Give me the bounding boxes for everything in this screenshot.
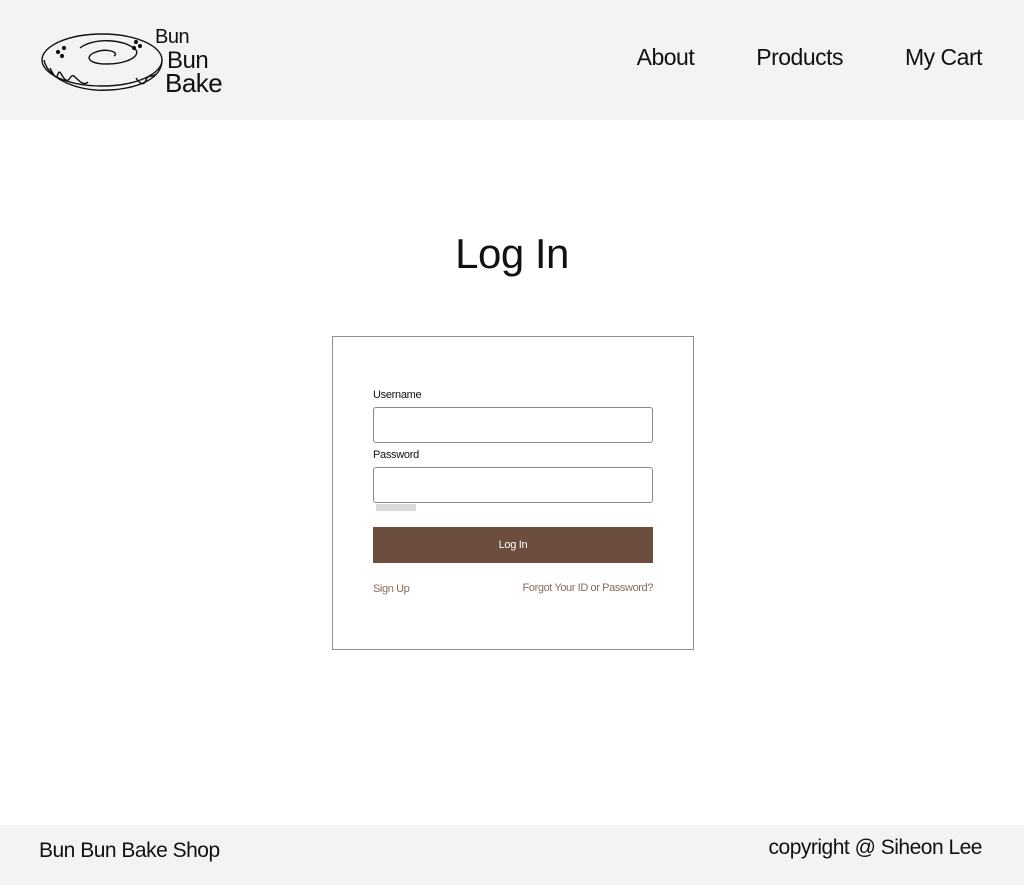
forgot-credentials-link[interactable]: Forgot Your ID or Password? — [523, 582, 654, 594]
sign-up-link[interactable]: Sign Up — [373, 583, 410, 595]
password-label: Password — [373, 449, 419, 461]
footer-copyright: copyright @ Siheon Lee — [768, 836, 983, 859]
nav-about[interactable]: About — [637, 44, 695, 71]
nav-my-cart[interactable]: My Cart — [905, 44, 983, 71]
logo-wordmark: Bun Bun Bake — [155, 26, 223, 98]
username-input[interactable] — [373, 407, 653, 443]
nav-products[interactable]: Products — [756, 44, 843, 71]
footer-shop-name: Bun Bun Bake Shop — [39, 839, 220, 862]
site-footer: Bun Bun Bake Shop copyright @ Siheon Lee — [0, 825, 1024, 885]
password-input[interactable] — [373, 467, 653, 503]
site-header: Bun Bun Bake About Products My Cart — [0, 0, 1024, 120]
site-logo[interactable]: Bun Bun Bake — [40, 26, 230, 96]
main-nav: About Products My Cart — [637, 44, 983, 71]
logo-line-1: Bun — [155, 26, 190, 48]
page-title: Log In — [455, 230, 569, 277]
login-button[interactable]: Log In — [373, 527, 653, 563]
username-label: Username — [373, 389, 422, 401]
login-form: Username Password Log In Sign Up Forgot … — [332, 336, 694, 650]
show-password-toggle[interactable] — [376, 504, 416, 511]
logo-line-3: Bake — [165, 68, 223, 98]
cinnamon-roll-icon — [41, 33, 163, 91]
